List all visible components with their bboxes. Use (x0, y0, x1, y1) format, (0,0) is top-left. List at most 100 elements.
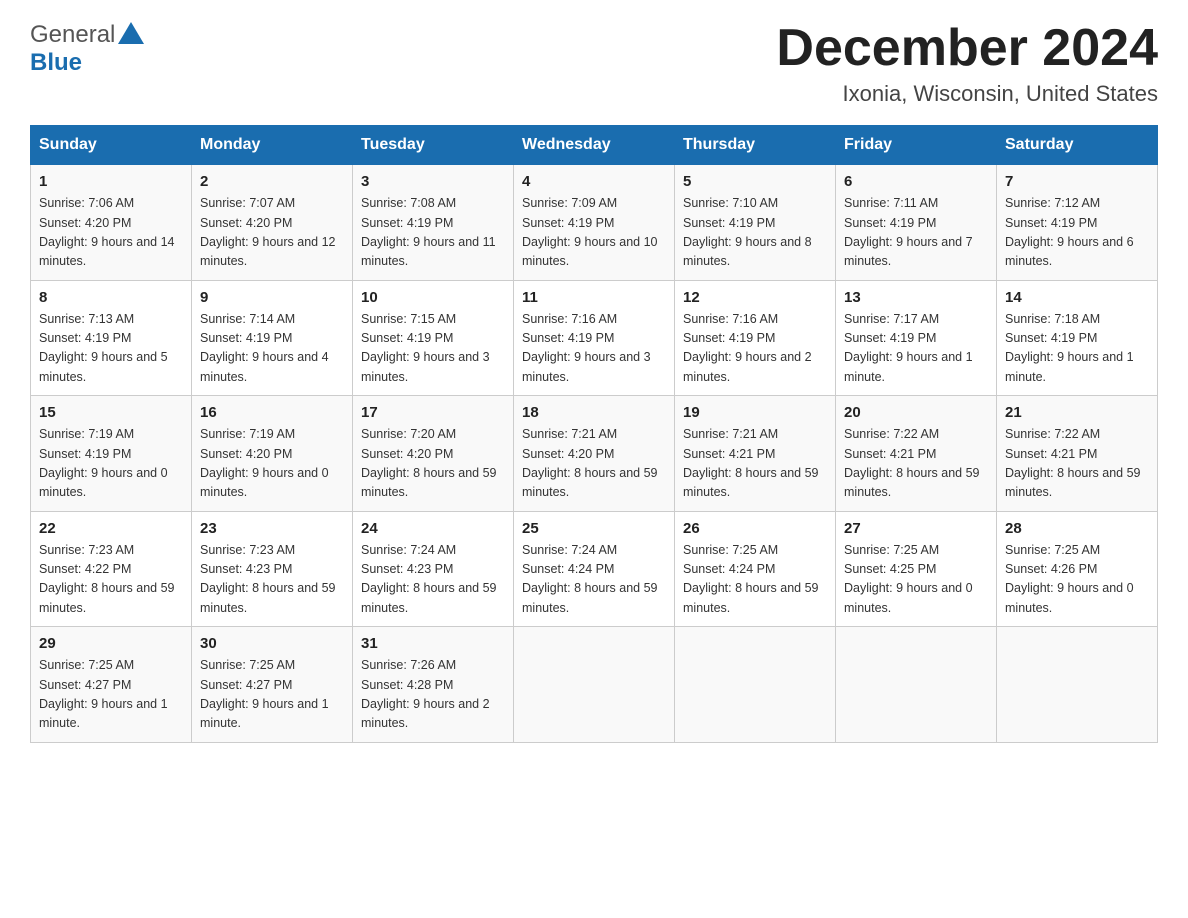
day-info: Sunrise: 7:17 AM Sunset: 4:19 PM Dayligh… (844, 310, 988, 388)
day-number: 29 (39, 635, 183, 652)
day-info: Sunrise: 7:20 AM Sunset: 4:20 PM Dayligh… (361, 425, 505, 503)
day-number: 9 (200, 289, 344, 306)
day-info: Sunrise: 7:22 AM Sunset: 4:21 PM Dayligh… (1005, 425, 1149, 503)
day-info: Sunrise: 7:21 AM Sunset: 4:20 PM Dayligh… (522, 425, 666, 503)
day-number: 28 (1005, 520, 1149, 537)
day-info: Sunrise: 7:07 AM Sunset: 4:20 PM Dayligh… (200, 194, 344, 272)
calendar-cell: 5 Sunrise: 7:10 AM Sunset: 4:19 PM Dayli… (675, 165, 836, 281)
col-header-saturday: Saturday (997, 126, 1158, 165)
calendar-cell: 15 Sunrise: 7:19 AM Sunset: 4:19 PM Dayl… (31, 396, 192, 512)
day-number: 19 (683, 404, 827, 421)
calendar-cell: 27 Sunrise: 7:25 AM Sunset: 4:25 PM Dayl… (836, 511, 997, 627)
day-number: 7 (1005, 173, 1149, 190)
day-info: Sunrise: 7:25 AM Sunset: 4:25 PM Dayligh… (844, 541, 988, 619)
calendar-cell: 8 Sunrise: 7:13 AM Sunset: 4:19 PM Dayli… (31, 280, 192, 396)
day-info: Sunrise: 7:24 AM Sunset: 4:24 PM Dayligh… (522, 541, 666, 619)
col-header-monday: Monday (192, 126, 353, 165)
calendar-cell: 10 Sunrise: 7:15 AM Sunset: 4:19 PM Dayl… (353, 280, 514, 396)
calendar-cell: 24 Sunrise: 7:24 AM Sunset: 4:23 PM Dayl… (353, 511, 514, 627)
calendar-cell (836, 627, 997, 743)
day-info: Sunrise: 7:21 AM Sunset: 4:21 PM Dayligh… (683, 425, 827, 503)
col-header-tuesday: Tuesday (353, 126, 514, 165)
day-number: 25 (522, 520, 666, 537)
calendar-cell (675, 627, 836, 743)
calendar-cell: 20 Sunrise: 7:22 AM Sunset: 4:21 PM Dayl… (836, 396, 997, 512)
day-info: Sunrise: 7:16 AM Sunset: 4:19 PM Dayligh… (683, 310, 827, 388)
calendar-cell (997, 627, 1158, 743)
day-info: Sunrise: 7:14 AM Sunset: 4:19 PM Dayligh… (200, 310, 344, 388)
calendar-table: SundayMondayTuesdayWednesdayThursdayFrid… (30, 125, 1158, 743)
day-info: Sunrise: 7:26 AM Sunset: 4:28 PM Dayligh… (361, 656, 505, 734)
calendar-cell: 22 Sunrise: 7:23 AM Sunset: 4:22 PM Dayl… (31, 511, 192, 627)
day-number: 11 (522, 289, 666, 306)
day-info: Sunrise: 7:16 AM Sunset: 4:19 PM Dayligh… (522, 310, 666, 388)
day-number: 20 (844, 404, 988, 421)
day-number: 12 (683, 289, 827, 306)
calendar-cell: 1 Sunrise: 7:06 AM Sunset: 4:20 PM Dayli… (31, 165, 192, 281)
calendar-title: December 2024 (776, 20, 1158, 77)
day-info: Sunrise: 7:23 AM Sunset: 4:23 PM Dayligh… (200, 541, 344, 619)
day-number: 21 (1005, 404, 1149, 421)
page-header: General Blue December 2024 Ixonia, Wisco… (30, 20, 1158, 107)
day-info: Sunrise: 7:12 AM Sunset: 4:19 PM Dayligh… (1005, 194, 1149, 272)
calendar-cell: 28 Sunrise: 7:25 AM Sunset: 4:26 PM Dayl… (997, 511, 1158, 627)
calendar-cell: 2 Sunrise: 7:07 AM Sunset: 4:20 PM Dayli… (192, 165, 353, 281)
calendar-week-row: 8 Sunrise: 7:13 AM Sunset: 4:19 PM Dayli… (31, 280, 1158, 396)
calendar-cell: 9 Sunrise: 7:14 AM Sunset: 4:19 PM Dayli… (192, 280, 353, 396)
day-info: Sunrise: 7:19 AM Sunset: 4:20 PM Dayligh… (200, 425, 344, 503)
day-info: Sunrise: 7:22 AM Sunset: 4:21 PM Dayligh… (844, 425, 988, 503)
day-info: Sunrise: 7:24 AM Sunset: 4:23 PM Dayligh… (361, 541, 505, 619)
day-info: Sunrise: 7:08 AM Sunset: 4:19 PM Dayligh… (361, 194, 505, 272)
day-number: 8 (39, 289, 183, 306)
calendar-week-row: 29 Sunrise: 7:25 AM Sunset: 4:27 PM Dayl… (31, 627, 1158, 743)
calendar-week-row: 22 Sunrise: 7:23 AM Sunset: 4:22 PM Dayl… (31, 511, 1158, 627)
calendar-subtitle: Ixonia, Wisconsin, United States (776, 81, 1158, 107)
calendar-cell: 14 Sunrise: 7:18 AM Sunset: 4:19 PM Dayl… (997, 280, 1158, 396)
day-info: Sunrise: 7:15 AM Sunset: 4:19 PM Dayligh… (361, 310, 505, 388)
day-info: Sunrise: 7:23 AM Sunset: 4:22 PM Dayligh… (39, 541, 183, 619)
calendar-cell: 30 Sunrise: 7:25 AM Sunset: 4:27 PM Dayl… (192, 627, 353, 743)
calendar-cell: 21 Sunrise: 7:22 AM Sunset: 4:21 PM Dayl… (997, 396, 1158, 512)
day-number: 23 (200, 520, 344, 537)
calendar-cell: 13 Sunrise: 7:17 AM Sunset: 4:19 PM Dayl… (836, 280, 997, 396)
day-number: 14 (1005, 289, 1149, 306)
calendar-cell: 26 Sunrise: 7:25 AM Sunset: 4:24 PM Dayl… (675, 511, 836, 627)
calendar-cell: 17 Sunrise: 7:20 AM Sunset: 4:20 PM Dayl… (353, 396, 514, 512)
day-number: 2 (200, 173, 344, 190)
day-number: 13 (844, 289, 988, 306)
calendar-cell: 18 Sunrise: 7:21 AM Sunset: 4:20 PM Dayl… (514, 396, 675, 512)
day-info: Sunrise: 7:25 AM Sunset: 4:26 PM Dayligh… (1005, 541, 1149, 619)
day-info: Sunrise: 7:18 AM Sunset: 4:19 PM Dayligh… (1005, 310, 1149, 388)
day-info: Sunrise: 7:25 AM Sunset: 4:27 PM Dayligh… (200, 656, 344, 734)
day-number: 4 (522, 173, 666, 190)
calendar-cell: 29 Sunrise: 7:25 AM Sunset: 4:27 PM Dayl… (31, 627, 192, 743)
calendar-cell: 6 Sunrise: 7:11 AM Sunset: 4:19 PM Dayli… (836, 165, 997, 281)
day-number: 16 (200, 404, 344, 421)
logo: General Blue (30, 20, 144, 77)
calendar-cell: 25 Sunrise: 7:24 AM Sunset: 4:24 PM Dayl… (514, 511, 675, 627)
calendar-cell: 7 Sunrise: 7:12 AM Sunset: 4:19 PM Dayli… (997, 165, 1158, 281)
day-number: 17 (361, 404, 505, 421)
calendar-cell (514, 627, 675, 743)
calendar-cell: 23 Sunrise: 7:23 AM Sunset: 4:23 PM Dayl… (192, 511, 353, 627)
logo-general-text: General (30, 21, 115, 49)
day-number: 18 (522, 404, 666, 421)
day-number: 3 (361, 173, 505, 190)
logo-blue-text: Blue (30, 49, 82, 76)
day-number: 30 (200, 635, 344, 652)
day-number: 31 (361, 635, 505, 652)
day-number: 5 (683, 173, 827, 190)
day-number: 1 (39, 173, 183, 190)
day-info: Sunrise: 7:19 AM Sunset: 4:19 PM Dayligh… (39, 425, 183, 503)
day-number: 15 (39, 404, 183, 421)
calendar-cell: 11 Sunrise: 7:16 AM Sunset: 4:19 PM Dayl… (514, 280, 675, 396)
col-header-thursday: Thursday (675, 126, 836, 165)
calendar-cell: 12 Sunrise: 7:16 AM Sunset: 4:19 PM Dayl… (675, 280, 836, 396)
day-info: Sunrise: 7:09 AM Sunset: 4:19 PM Dayligh… (522, 194, 666, 272)
day-info: Sunrise: 7:25 AM Sunset: 4:27 PM Dayligh… (39, 656, 183, 734)
day-info: Sunrise: 7:25 AM Sunset: 4:24 PM Dayligh… (683, 541, 827, 619)
calendar-cell: 31 Sunrise: 7:26 AM Sunset: 4:28 PM Dayl… (353, 627, 514, 743)
day-number: 22 (39, 520, 183, 537)
day-number: 6 (844, 173, 988, 190)
day-number: 10 (361, 289, 505, 306)
